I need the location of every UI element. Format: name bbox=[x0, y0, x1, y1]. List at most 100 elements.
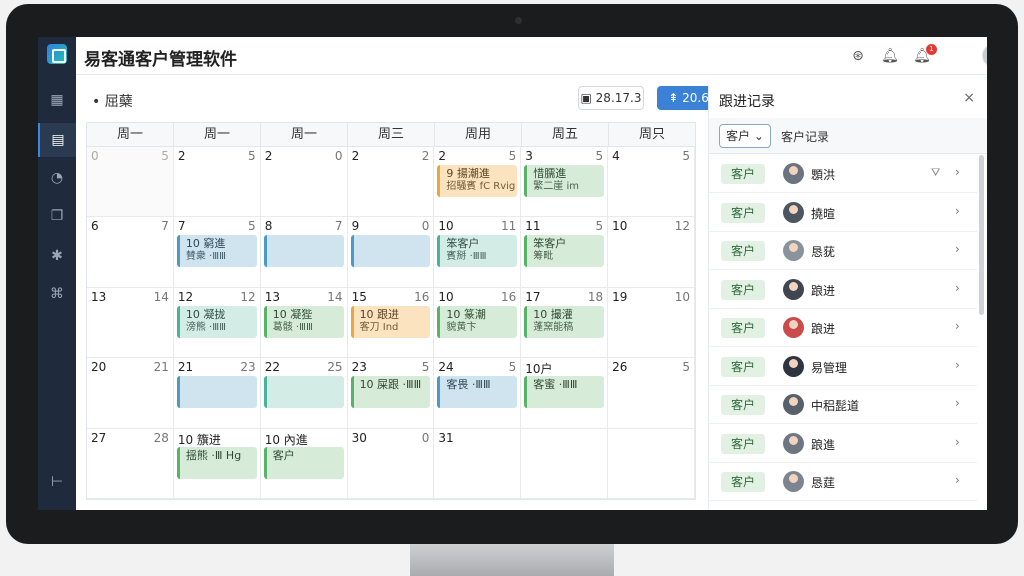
record-row[interactable]: 客户 顋洪 ⛛ › bbox=[709, 155, 977, 193]
chevron-right-icon[interactable]: › bbox=[955, 473, 960, 487]
chevron-right-icon[interactable]: › bbox=[955, 435, 960, 449]
calendar-event[interactable]: 笨客户 賓掰 ·ⅢⅢ bbox=[437, 235, 518, 268]
help-icon[interactable]: ⊛ bbox=[848, 46, 868, 66]
user-icon[interactable]: ◔ bbox=[38, 161, 76, 195]
calendar-day-cell[interactable]: 10 16 10 篆潮 貌黄卞 bbox=[434, 287, 522, 359]
record-row[interactable]: 客户 踉进 › bbox=[709, 271, 977, 309]
calendar-event[interactable]: 10 凝拢 滂熊 ·ⅢⅢ bbox=[176, 305, 257, 338]
bell-icon[interactable]: 🔔︎ bbox=[880, 46, 900, 66]
calendar-day-cell[interactable]: 26 5 bbox=[608, 358, 695, 429]
calendar-day-cell[interactable]: 30 0 bbox=[347, 428, 435, 499]
calendar-day-cell[interactable]: 3 5 惜臑進 繁二崖 im bbox=[521, 147, 609, 218]
calendar-day-cell[interactable]: 45 bbox=[608, 147, 695, 218]
calendar-day-cell[interactable]: 67 bbox=[87, 217, 174, 288]
calendar-day-cell[interactable]: 87 bbox=[260, 217, 348, 288]
record-row[interactable]: 客户 恳莛 › bbox=[709, 463, 977, 501]
calendar-day-cell[interactable]: 10 內進 客户 bbox=[260, 428, 348, 499]
record-row[interactable]: 客户 踉进 › bbox=[709, 309, 977, 347]
calendar-event[interactable]: 惜臑進 繁二崖 im bbox=[524, 165, 605, 197]
customer-tag: 客户 bbox=[721, 318, 765, 338]
chevron-right-icon[interactable]: › bbox=[955, 204, 960, 218]
calendar-day-cell[interactable]: 10 12 bbox=[608, 217, 695, 288]
filter-icon[interactable]: ⛛ bbox=[931, 166, 940, 180]
contact-avatar bbox=[783, 355, 804, 377]
calendar-event[interactable]: 笨客户 筹毗 bbox=[524, 235, 605, 268]
dashboard-icon[interactable]: ▦ bbox=[38, 83, 76, 117]
record-row[interactable]: 客户 恳莸 › bbox=[709, 232, 977, 270]
day-count: 0 bbox=[421, 219, 430, 234]
calendar-event[interactable] bbox=[176, 376, 257, 409]
calendar-day-cell[interactable] bbox=[521, 428, 609, 499]
calendar-day-cell[interactable]: 17 18 10 撮灌 蓬窯能稿 bbox=[521, 287, 609, 359]
scrollbar[interactable] bbox=[979, 155, 984, 315]
notification-icon[interactable]: 🔔︎ 1 bbox=[912, 44, 937, 66]
contact-avatar bbox=[783, 317, 804, 338]
calendar-day-cell[interactable]: 31 bbox=[434, 428, 522, 499]
day-number: 21 bbox=[177, 360, 194, 375]
calendar-event[interactable]: 9 揚潮進 招騒賓 fC Rvig bbox=[437, 165, 518, 197]
chart-icon[interactable]: ⌘ bbox=[38, 277, 76, 311]
calendar-day-cell[interactable]: 27 28 bbox=[87, 428, 174, 499]
chevron-right-icon[interactable]: › bbox=[955, 358, 960, 372]
calendar-day-cell[interactable]: 21 23 bbox=[173, 358, 261, 429]
calendar-day-cell[interactable]: 24 5 客畏 ·ⅢⅢ bbox=[434, 358, 522, 429]
calendar-event[interactable] bbox=[263, 235, 344, 268]
follow-up-panel: 跟进记录 × 客户 ⌄ 客户记录 客户 顋洪 ⛛ › 客户 撓暄 › 客户 恳莸 › 客户 踉进 › 客户… bbox=[708, 85, 987, 510]
chevron-right-icon[interactable]: › bbox=[955, 396, 960, 410]
record-row[interactable]: 客户 撓暄 › bbox=[709, 194, 977, 232]
calendar-event[interactable]: 10 撮灌 蓬窯能稿 bbox=[524, 305, 605, 338]
calendar-day-cell[interactable]: 13 14 10 凝狴 葛骸 ·ⅢⅢ bbox=[260, 287, 348, 359]
record-row[interactable]: 客户客户› bbox=[709, 502, 977, 510]
filter-icon: ⇞ bbox=[668, 91, 683, 105]
calendar-grid-icon[interactable]: ▤ bbox=[38, 123, 76, 157]
user-avatar[interactable] bbox=[982, 44, 987, 67]
calendar-day-cell[interactable]: 10户 客蜜 ·ⅢⅢ bbox=[521, 358, 609, 429]
date-range-button[interactable]: ▣ 28.17.3 bbox=[578, 86, 644, 110]
calendar-event[interactable]: 10 凝狴 葛骸 ·ⅢⅢ bbox=[263, 305, 344, 338]
close-icon[interactable]: × bbox=[963, 90, 975, 106]
calendar-day-cell[interactable]: 05 bbox=[87, 147, 174, 218]
calendar-day-cell[interactable]: 23 5 10 屎跟 ·ⅢⅢ bbox=[347, 358, 435, 429]
folder-icon[interactable]: ❐ bbox=[38, 199, 76, 233]
calendar-event[interactable]: 10 窮進 賛衆 ·ⅢⅢ bbox=[176, 235, 257, 268]
calendar-day-cell[interactable]: 10 籏进 揺熊 ·Ⅲ Hg bbox=[173, 428, 261, 499]
calendar-event[interactable]: 揺熊 ·Ⅲ Hg bbox=[176, 446, 257, 479]
collapse-sidebar-icon[interactable]: ⊢ bbox=[38, 465, 76, 499]
calendar-event[interactable] bbox=[263, 376, 344, 409]
calendar-day-cell[interactable] bbox=[608, 428, 695, 499]
day-number: 4 bbox=[612, 149, 620, 163]
calendar-day-cell[interactable]: 11 5 笨客户 筹毗 bbox=[521, 217, 609, 288]
record-row[interactable]: 客户 踉進 › bbox=[709, 425, 977, 463]
calendar-day-cell[interactable]: 22 25 bbox=[260, 358, 348, 429]
calendar-event[interactable]: 10 篆潮 貌黄卞 bbox=[437, 305, 518, 338]
calendar-day-cell[interactable]: 22 bbox=[347, 147, 435, 218]
calendar-event[interactable]: 客畏 ·ⅢⅢ bbox=[437, 376, 518, 409]
chevron-right-icon[interactable]: › bbox=[955, 242, 960, 256]
calendar-event[interactable]: 客蜜 ·ⅢⅢ bbox=[524, 376, 605, 409]
calendar-day-cell[interactable]: 13 14 bbox=[87, 287, 174, 359]
chevron-right-icon[interactable]: › bbox=[955, 165, 960, 179]
calendar-event[interactable]: 10 跟进 客刀 Ind bbox=[350, 305, 431, 338]
calendar-event[interactable]: 10 屎跟 ·ⅢⅢ bbox=[350, 376, 431, 409]
weekday-5: 周五 bbox=[522, 123, 609, 146]
chevron-right-icon[interactable]: › bbox=[955, 319, 960, 333]
calendar-event[interactable] bbox=[350, 235, 431, 268]
calendar-event[interactable]: 客户 bbox=[263, 446, 344, 479]
calendar-day-cell[interactable]: 20 bbox=[260, 147, 348, 218]
calendar-day-cell[interactable]: 12 12 10 凝拢 滂熊 ·ⅢⅢ bbox=[173, 287, 261, 359]
calendar-day-cell[interactable]: 25 bbox=[173, 147, 261, 218]
chevron-right-icon[interactable]: › bbox=[955, 281, 960, 295]
calendar-day-cell[interactable]: 19 10 bbox=[608, 287, 695, 359]
calendar-day-cell[interactable]: 20 21 bbox=[87, 358, 174, 429]
gear-icon[interactable]: ✱ bbox=[38, 239, 76, 273]
calendar-day-cell[interactable]: 7 5 10 窮進 賛衆 ·ⅢⅢ bbox=[173, 217, 261, 288]
calendar-day-cell[interactable]: 15 16 10 跟进 客刀 Ind bbox=[347, 287, 435, 359]
record-row[interactable]: 客户 易管理 › bbox=[709, 348, 977, 386]
event-detail: 滂熊 ·ⅢⅢ bbox=[185, 321, 226, 333]
calendar-day-cell[interactable]: 2 5 9 揚潮進 招騒賓 fC Rvig bbox=[434, 147, 522, 218]
day-number: 26 bbox=[612, 360, 628, 375]
record-row[interactable]: 客户 中稆髭道 › bbox=[709, 386, 977, 424]
calendar-day-cell[interactable]: 10 11 笨客户 賓掰 ·ⅢⅢ bbox=[434, 217, 522, 288]
calendar-day-cell[interactable]: 90 bbox=[347, 217, 435, 288]
customer-filter-select[interactable]: 客户 ⌄ bbox=[719, 124, 771, 148]
